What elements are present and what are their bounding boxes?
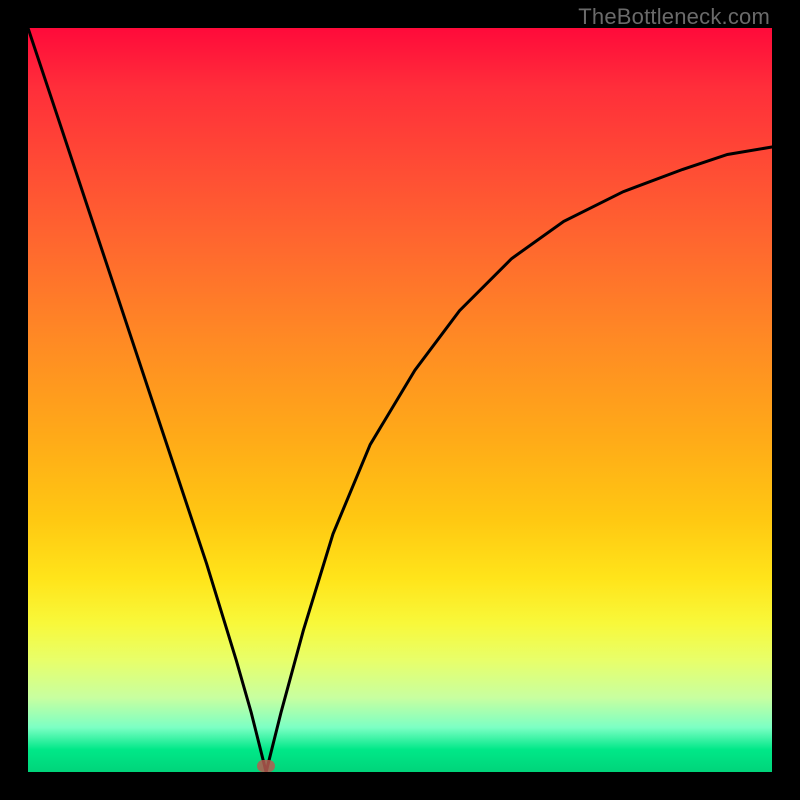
watermark-text: TheBottleneck.com bbox=[578, 4, 770, 30]
minimum-marker bbox=[257, 760, 275, 772]
chart-frame bbox=[28, 28, 772, 772]
curve-right-branch bbox=[266, 147, 772, 772]
chart-curve-svg bbox=[28, 28, 772, 772]
curve-left-branch bbox=[28, 28, 266, 772]
